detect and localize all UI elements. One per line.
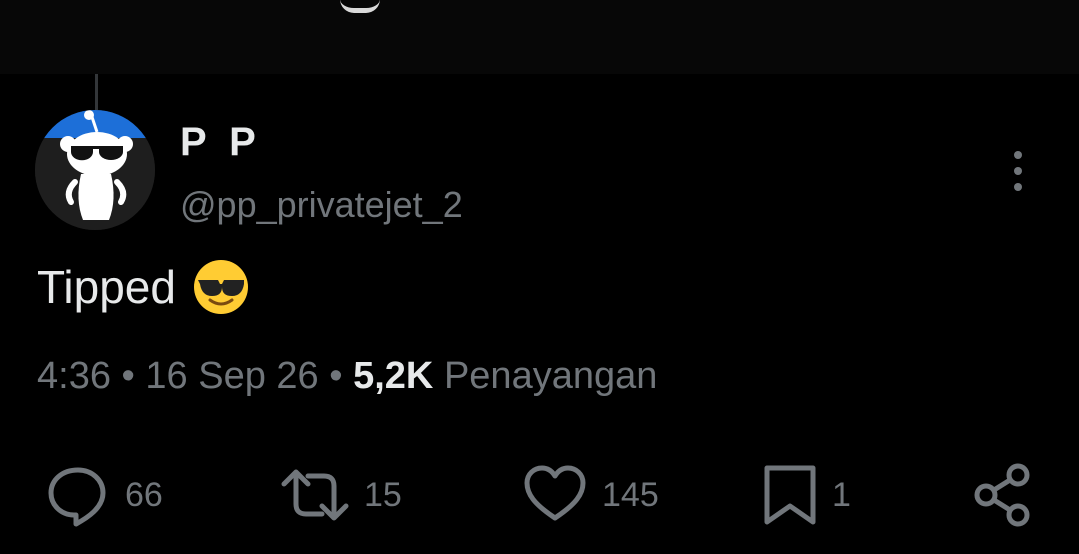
post-date[interactable]: 16 Sep 26 — [145, 355, 318, 397]
action-bar: 66 15 145 1 — [0, 460, 1079, 530]
bookmark-icon — [764, 465, 816, 525]
heart-icon — [524, 465, 586, 521]
smiling-face-with-sunglasses-icon — [193, 260, 248, 314]
more-options-icon[interactable] — [1000, 148, 1036, 194]
like-button[interactable]: 145 — [522, 460, 659, 530]
share-icon — [974, 463, 1030, 527]
reply-count: 66 — [125, 475, 163, 514]
like-count: 145 — [602, 475, 659, 514]
reply-icon — [48, 467, 106, 527]
title-glyph-fragment — [340, 0, 380, 13]
post-body: Tipped — [37, 258, 250, 316]
post-metadata: 4:36 • 16 Sep 26 • 5,2K Penayangan — [37, 355, 657, 398]
repost-icon — [281, 469, 349, 521]
top-app-bar — [0, 0, 1079, 74]
post-text: Tipped — [37, 261, 176, 313]
repost-button[interactable]: 15 — [280, 460, 402, 530]
views-count: 5,2K — [353, 355, 434, 397]
avatar[interactable] — [35, 110, 155, 230]
author-display-name[interactable]: P P — [180, 120, 262, 165]
share-button[interactable] — [972, 460, 1034, 530]
repost-count: 15 — [364, 475, 402, 514]
meta-separator: • — [121, 355, 135, 397]
post-time[interactable]: 4:36 — [37, 355, 111, 397]
meta-separator: • — [329, 355, 343, 397]
author-handle[interactable]: @pp_privatejet_2 — [180, 184, 463, 226]
reply-button[interactable]: 66 — [45, 460, 163, 530]
thread-connector-line — [95, 74, 98, 114]
avatar-snoo-image — [35, 110, 155, 230]
views-label: Penayangan — [443, 355, 658, 397]
bookmark-button[interactable]: 1 — [762, 460, 851, 530]
bookmark-count: 1 — [832, 475, 851, 514]
top-right-icon[interactable] — [948, 0, 1008, 10]
